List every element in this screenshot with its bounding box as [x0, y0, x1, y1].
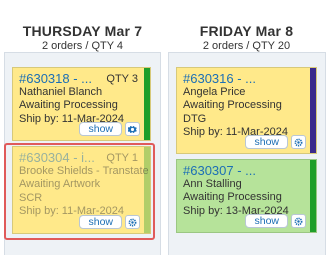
- order-method: DTG: [183, 112, 207, 125]
- show-button[interactable]: show: [245, 214, 288, 228]
- order-status: Awaiting Processing: [183, 191, 282, 204]
- settings-button[interactable]: [291, 214, 306, 228]
- settings-button[interactable]: [125, 122, 140, 136]
- customer-name: Angela Price: [183, 86, 246, 98]
- column-summary: 2 orders / QTY 20: [202, 40, 291, 52]
- column-title: FRIDAY Mar 8: [199, 23, 294, 39]
- order-link[interactable]: #630318 - ...: [19, 71, 92, 86]
- schedule-board: THURSDAY Mar 7 2 orders / QTY 4 FRIDAY M…: [0, 0, 328, 255]
- order-status: Awaiting Processing: [19, 99, 118, 112]
- column-title: THURSDAY Mar 7: [22, 23, 143, 39]
- column-summary: 2 orders / QTY 4: [41, 40, 124, 52]
- order-link[interactable]: #630316 - ...: [183, 71, 256, 86]
- settings-button[interactable]: [291, 135, 306, 149]
- order-qty: QTY 3: [106, 73, 138, 85]
- order-card[interactable]: #630316 - ... Angela Price Awaiting Proc…: [176, 67, 317, 154]
- show-button[interactable]: show: [79, 122, 122, 136]
- gear-icon: [294, 138, 303, 146]
- gear-icon: [294, 217, 303, 225]
- order-status: Awaiting Processing: [183, 99, 282, 112]
- selection-highlight: [4, 143, 155, 240]
- gear-icon: [128, 125, 137, 133]
- order-link[interactable]: #630307 - ...: [183, 163, 256, 178]
- order-card[interactable]: #630318 - ... QTY 3 Nathaniel Blanch Awa…: [12, 67, 151, 141]
- show-button[interactable]: show: [245, 135, 288, 149]
- customer-name: Ann Stalling: [183, 178, 242, 190]
- customer-name: Nathaniel Blanch: [19, 86, 103, 98]
- order-card[interactable]: #630307 - ... Ann Stalling Awaiting Proc…: [176, 159, 317, 233]
